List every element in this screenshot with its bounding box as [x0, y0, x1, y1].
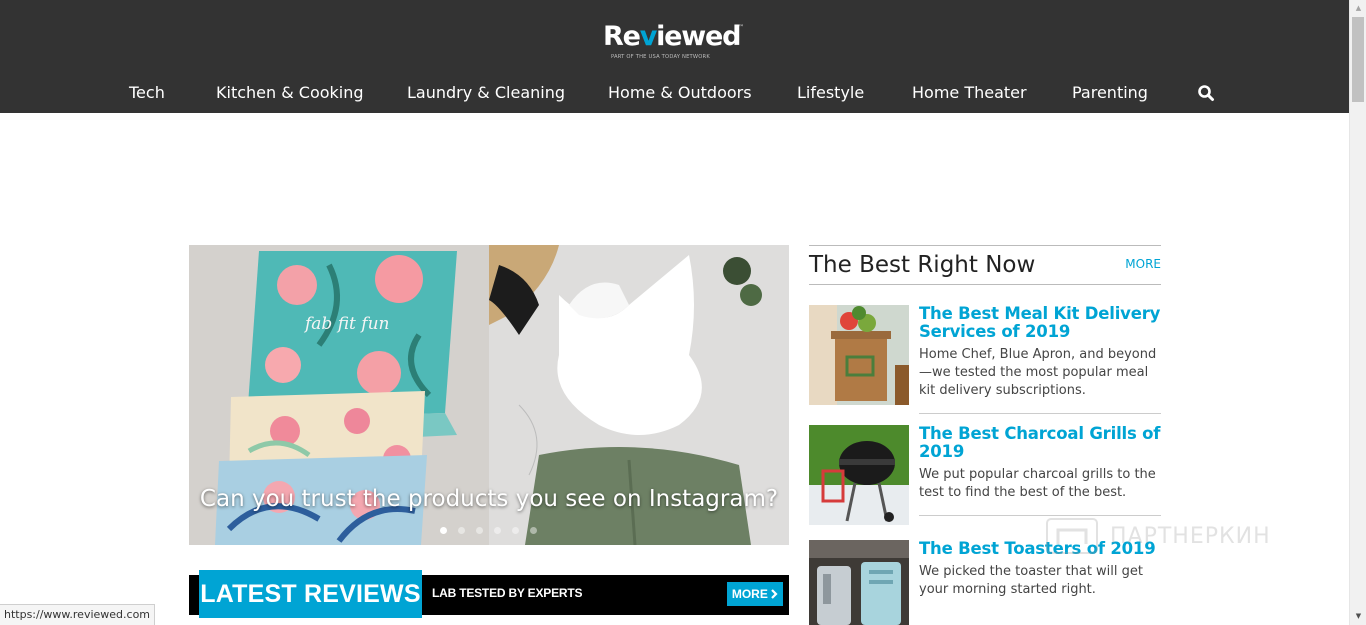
latest-reviews-title: LATEST REVIEWS — [199, 570, 422, 618]
svg-text:fab fit fun: fab fit fun — [303, 314, 389, 334]
carousel-dot[interactable] — [494, 527, 501, 534]
best-card-desc: We put popular charcoal grills to the te… — [919, 467, 1156, 500]
nav-item-kitchen-cooking[interactable]: Kitchen & Cooking — [216, 81, 364, 105]
toaster-thumbnail[interactable] — [809, 540, 909, 625]
divider — [809, 284, 1161, 285]
nav-item-lifestyle[interactable]: Lifestyle — [797, 81, 864, 105]
carousel-dot[interactable] — [512, 527, 519, 534]
scroll-up-arrow-icon[interactable]: ▲ — [1350, 0, 1366, 17]
meal-kit-thumbnail[interactable] — [809, 305, 909, 405]
page-scrollbar[interactable]: ▲ ▼ — [1349, 0, 1366, 625]
carousel-dot[interactable] — [458, 527, 465, 534]
scroll-thumb[interactable] — [1352, 17, 1364, 102]
hero-caption[interactable]: Can you trust the products you see on In… — [189, 486, 789, 512]
search-button[interactable] — [1197, 84, 1215, 102]
scroll-down-arrow-icon[interactable]: ▼ — [1350, 608, 1366, 625]
main-nav: Tech Kitchen & Cooking Laundry & Cleanin… — [0, 81, 1349, 105]
best-right-now-sidebar: The Best Right Now MORE The Best Meal Ki… — [809, 245, 1161, 625]
hero-carousel[interactable]: fab fit fun Can you trust the products y… — [189, 245, 789, 545]
sidebar-title: The Best Right Now — [809, 252, 1036, 278]
divider — [919, 515, 1161, 516]
logo-tagline: PART OF THE USA TODAY NETWORK — [611, 54, 710, 60]
nav-item-home-outdoors[interactable]: Home & Outdoors — [608, 81, 752, 105]
best-card-desc: We picked the toaster that will get your… — [919, 564, 1143, 597]
best-card-title[interactable]: The Best Charcoal Grills of 2019 — [919, 425, 1161, 461]
sidebar-more-link[interactable]: MORE — [1125, 257, 1161, 271]
search-icon — [1198, 85, 1214, 101]
best-card-desc: Home Chef, Blue Apron, and beyond—we tes… — [919, 347, 1157, 398]
carousel-dot[interactable] — [476, 527, 483, 534]
divider — [919, 413, 1161, 414]
chevron-right-icon — [771, 589, 778, 599]
carousel-dot[interactable] — [440, 527, 447, 534]
site-header: Reviewed ™ PART OF THE USA TODAY NETWORK… — [0, 0, 1349, 113]
latest-reviews-subtitle: LAB TESTED BY EXPERTS — [432, 586, 583, 600]
nav-item-tech[interactable]: Tech — [129, 81, 165, 105]
charcoal-grill-thumbnail[interactable] — [809, 425, 909, 525]
nav-item-laundry-cleaning[interactable]: Laundry & Cleaning — [407, 81, 565, 105]
nav-item-parenting[interactable]: Parenting — [1072, 81, 1148, 105]
logo-trademark: ™ — [738, 24, 744, 31]
status-bar-url: https://www.reviewed.com — [0, 604, 156, 625]
best-card-title[interactable]: The Best Meal Kit Delivery Services of 2… — [919, 305, 1161, 341]
carousel-dot[interactable] — [530, 527, 537, 534]
watermark-text: ПАРТНЕРКИН — [1110, 524, 1271, 549]
nav-item-home-theater[interactable]: Home Theater — [912, 81, 1027, 105]
latest-more-button[interactable]: MORE — [727, 582, 783, 606]
logo-wordmark: Reviewed — [603, 21, 741, 52]
latest-more-label: MORE — [731, 587, 768, 601]
watermark: ПАРТНЕРКИН — [1046, 518, 1316, 554]
site-logo[interactable]: Reviewed ™ PART OF THE USA TODAY NETWORK — [603, 20, 753, 64]
watermark-logo-icon — [1046, 518, 1098, 554]
divider — [809, 245, 1161, 246]
